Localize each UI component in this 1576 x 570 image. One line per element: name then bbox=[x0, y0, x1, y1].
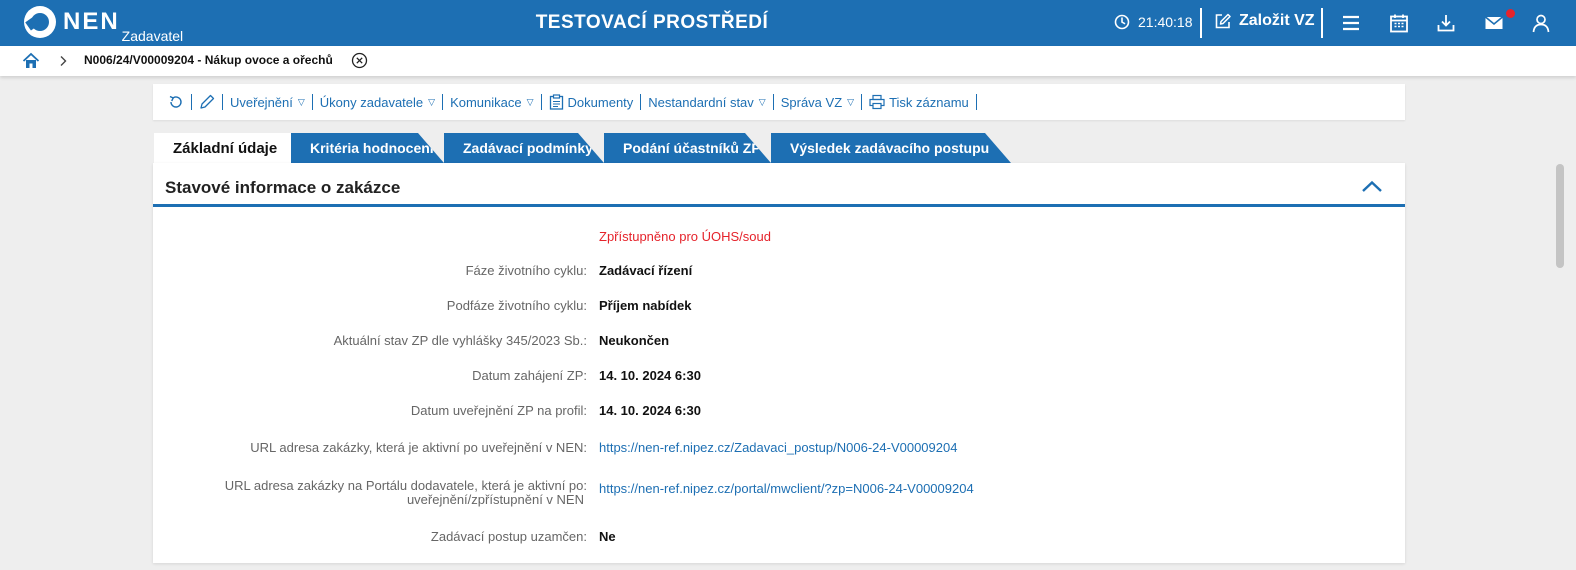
vz-management-label: Správa VZ bbox=[780, 94, 843, 110]
calendar-icon[interactable] bbox=[1388, 12, 1410, 34]
tab-label: Zadávací podmínky bbox=[463, 140, 593, 156]
nen-url-link[interactable]: https://nen-ref.nipez.cz/Zadavaci_postup… bbox=[599, 440, 957, 455]
top-bar: NEN Zadavatel TESTOVACÍ PROSTŘEDÍ 21:40:… bbox=[0, 0, 1576, 46]
nonstandard-state-menu[interactable]: Nestandardní stav ▽ bbox=[641, 95, 772, 110]
tab-label: Výsledek zadávacího postupu bbox=[790, 140, 990, 156]
create-vz-button[interactable]: Založit VZ bbox=[1214, 12, 1315, 30]
print-record-button[interactable]: Tisk záznamu bbox=[862, 94, 976, 110]
toolbar-divider bbox=[1321, 8, 1323, 38]
download-icon[interactable] bbox=[1435, 12, 1457, 34]
refresh-button[interactable] bbox=[161, 94, 191, 110]
access-status-note: Zpřístupněno pro ÚOHS/soud bbox=[599, 229, 771, 244]
publication-menu[interactable]: Uveřejnění ▽ bbox=[223, 95, 312, 110]
environment-title: TESTOVACÍ PROSTŘEDÍ bbox=[535, 12, 769, 33]
session-clock: 21:40:18 bbox=[1114, 14, 1193, 30]
printer-icon bbox=[869, 94, 885, 110]
documents-label: Dokumenty bbox=[567, 94, 634, 110]
field-label: URL adresa zakázky, která je aktivní po … bbox=[250, 440, 587, 455]
documents-button[interactable]: Dokumenty bbox=[542, 94, 641, 110]
panel-header[interactable]: Stavové informace o zakázce bbox=[153, 163, 1405, 207]
clipboard-icon bbox=[549, 94, 563, 110]
tab-label: Základní údaje bbox=[173, 139, 278, 157]
caret-down-icon: ▽ bbox=[526, 96, 534, 107]
procedure-state-value: Neukončen bbox=[599, 333, 670, 348]
breadcrumb-current[interactable]: N006/24/V00009204 - Nákup ovoce a ořechů bbox=[84, 53, 333, 67]
print-record-label: Tisk záznamu bbox=[889, 94, 969, 110]
field-label-line: uveřejnění/zpřístupnění v NEN bbox=[406, 492, 584, 507]
clock-icon bbox=[1114, 14, 1130, 30]
publication-label: Uveřejnění bbox=[230, 94, 293, 110]
communication-menu[interactable]: Komunikace ▽ bbox=[443, 95, 540, 110]
lifecycle-subphase-value: Příjem nabídek bbox=[599, 298, 692, 313]
breadcrumb: N006/24/V00009204 - Nákup ovoce a ořechů bbox=[0, 46, 1576, 76]
field-label: Podfáze životního cyklu: bbox=[446, 298, 587, 313]
publish-date-value: 14. 10. 2024 6:30 bbox=[599, 403, 701, 418]
tab-label: Podání účastníků ZP bbox=[623, 140, 761, 156]
chevron-right-icon bbox=[60, 56, 67, 66]
field-label: Aktuální stav ZP dle vyhlášky 345/2023 S… bbox=[333, 333, 587, 348]
communication-label: Komunikace bbox=[450, 94, 522, 110]
create-vz-label: Založit VZ bbox=[1239, 12, 1315, 29]
tab-participant-submissions[interactable]: Podání účastníků ZP bbox=[604, 133, 771, 163]
close-icon[interactable] bbox=[351, 52, 368, 69]
field-label-line: URL adresa zakázky na Portálu dodavatele… bbox=[224, 478, 587, 493]
field-label: Datum uveřejnění ZP na profil: bbox=[410, 403, 587, 418]
action-toolbar: Uveřejnění ▽ Úkony zadavatele ▽ Komunika… bbox=[153, 84, 1405, 120]
field-label: Datum zahájení ZP: bbox=[472, 368, 587, 383]
caret-down-icon: ▽ bbox=[847, 96, 855, 107]
field-label: URL adresa zakázky na Portálu dodavatele… bbox=[225, 479, 587, 507]
tab-procedure-result[interactable]: Výsledek zadávacího postupu bbox=[771, 133, 1011, 163]
lifecycle-phase-value: Zadávací řízení bbox=[599, 263, 693, 278]
pencil-icon bbox=[200, 94, 215, 109]
tab-basic-info[interactable]: Základní údaje bbox=[154, 133, 291, 163]
tab-tender-conditions[interactable]: Zadávací podmínky bbox=[444, 133, 604, 163]
contracting-actions-label: Úkony zadavatele bbox=[319, 94, 424, 110]
caret-down-icon: ▽ bbox=[297, 96, 305, 107]
edit-icon bbox=[1215, 13, 1231, 28]
home-icon[interactable] bbox=[22, 52, 40, 70]
procedure-locked-value: Ne bbox=[599, 529, 616, 544]
panel-title: Stavové informace o zakázce bbox=[165, 178, 401, 197]
mail-icon[interactable] bbox=[1483, 12, 1505, 34]
notification-badge bbox=[1506, 9, 1515, 18]
field-label: Fáze životního cyklu: bbox=[465, 263, 587, 278]
start-date-value: 14. 10. 2024 6:30 bbox=[599, 368, 701, 383]
user-icon[interactable] bbox=[1530, 12, 1552, 34]
menu-icon[interactable] bbox=[1340, 12, 1362, 34]
caret-down-icon: ▽ bbox=[428, 96, 436, 107]
edit-button[interactable] bbox=[192, 94, 222, 110]
status-info-panel: Stavové informace o zakázce Zpřístupněno… bbox=[153, 163, 1405, 563]
contracting-actions-menu[interactable]: Úkony zadavatele ▽ bbox=[313, 95, 442, 110]
toolbar-divider bbox=[975, 94, 977, 110]
nonstandard-state-label: Nestandardní stav bbox=[648, 94, 754, 110]
chevron-up-icon[interactable] bbox=[1361, 179, 1383, 193]
refresh-icon bbox=[169, 95, 182, 108]
tab-label: Kritéria hodnocení bbox=[310, 140, 434, 156]
field-label: Zadávací postup uzamčen: bbox=[430, 529, 587, 544]
caret-down-icon: ▽ bbox=[758, 96, 766, 107]
vz-management-menu[interactable]: Správa VZ ▽ bbox=[774, 95, 861, 110]
portal-url-link[interactable]: https://nen-ref.nipez.cz/portal/mwclient… bbox=[599, 481, 974, 496]
toolbar-divider bbox=[1200, 8, 1202, 38]
clock-time: 21:40:18 bbox=[1138, 14, 1193, 30]
page-scrollbar[interactable] bbox=[1556, 164, 1564, 268]
tab-evaluation-criteria[interactable]: Kritéria hodnocení bbox=[291, 133, 444, 163]
